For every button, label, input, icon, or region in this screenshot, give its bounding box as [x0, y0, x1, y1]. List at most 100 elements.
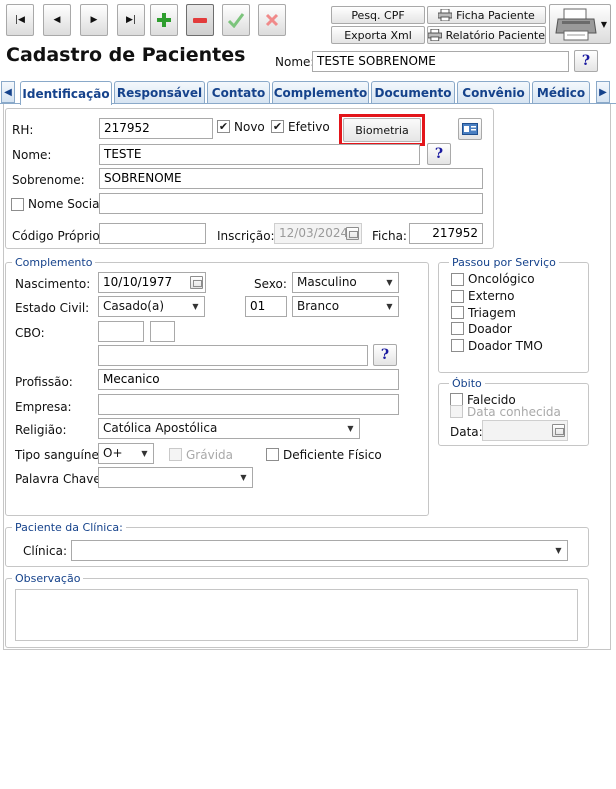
- nome-help-button[interactable]: ?: [427, 143, 451, 165]
- novo-label: Novo: [234, 120, 265, 134]
- palavra-chave-select[interactable]: ▼: [98, 467, 253, 488]
- next-record-button[interactable]: ▶: [80, 4, 108, 36]
- cbo-label: CBO:: [15, 326, 45, 340]
- cancel-button[interactable]: [258, 4, 286, 36]
- profissao-field[interactable]: Mecanico: [98, 369, 399, 390]
- palavra-chave-label: Palavra Chave:: [15, 472, 105, 486]
- relatorio-paciente-label: Relatório Paciente: [445, 28, 545, 42]
- clinica-select[interactable]: ▼: [71, 540, 568, 561]
- plus-icon: [157, 13, 171, 27]
- delete-record-button[interactable]: [186, 4, 214, 36]
- oncologico-checkbox[interactable]: [451, 273, 464, 286]
- efetivo-label: Efetivo: [288, 120, 330, 134]
- nascimento-label: Nascimento:: [15, 277, 91, 291]
- last-icon: ▶|: [126, 15, 136, 25]
- externo-checkbox[interactable]: [451, 290, 464, 303]
- efetivo-checkbox[interactable]: ✔: [271, 120, 284, 133]
- estado-civil-select[interactable]: Casado(a) ▼: [98, 296, 205, 317]
- novo-checkbox[interactable]: ✔: [217, 120, 230, 133]
- nascimento-field[interactable]: 10/10/1977: [98, 272, 206, 293]
- nascimento-value: 10/10/1977: [103, 275, 173, 289]
- chevron-down-icon: ▼: [555, 546, 562, 555]
- rh-field[interactable]: 217952: [99, 118, 213, 139]
- relatorio-paciente-button[interactable]: Relatório Paciente: [427, 26, 546, 44]
- nome-social-field[interactable]: [99, 193, 483, 214]
- tab-medico[interactable]: Médico: [532, 81, 590, 103]
- cbo-code-field[interactable]: [98, 321, 144, 342]
- prev-record-button[interactable]: ◀: [43, 4, 71, 36]
- first-icon: |◀: [15, 15, 25, 25]
- tab-complemento[interactable]: Complemento: [272, 81, 369, 103]
- ficha-paciente-label: Ficha Paciente: [456, 8, 535, 22]
- tab-documento[interactable]: Documento: [371, 81, 455, 103]
- observacao-legend: Observação: [12, 572, 84, 585]
- obito-data-label: Data:: [450, 425, 483, 439]
- tab-convenio[interactable]: Convênio: [457, 81, 530, 103]
- prev-icon: ◀: [53, 15, 61, 25]
- estado-civil-value: Casado(a): [103, 299, 165, 313]
- tab-identificacao[interactable]: Identificação: [20, 81, 112, 105]
- deficiente-fisico-label: Deficiente Físico: [283, 448, 382, 462]
- tab-label: Complemento: [273, 85, 368, 100]
- nome-social-label: Nome Social:: [28, 197, 107, 211]
- printer-icon: [438, 9, 453, 21]
- nome-social-checkbox[interactable]: [11, 198, 24, 211]
- pesq-cpf-label: Pesq. CPF: [351, 8, 405, 22]
- last-record-button[interactable]: ▶|: [117, 4, 145, 36]
- tab-responsavel[interactable]: Responsável: [114, 81, 205, 103]
- observacao-textarea[interactable]: [15, 589, 578, 641]
- deficiente-fisico-checkbox[interactable]: [266, 448, 279, 461]
- ficha-field[interactable]: 217952: [409, 223, 483, 244]
- tipo-sanguineo-select[interactable]: O+ ▼: [98, 443, 154, 464]
- empresa-field[interactable]: [98, 394, 399, 415]
- religiao-select[interactable]: Católica Apostólica ▼: [98, 418, 360, 439]
- inscricao-label: Inscrição:: [217, 229, 275, 243]
- chevron-down-icon: ▼: [141, 449, 148, 458]
- tab-scroll-left-icon[interactable]: ◀: [1, 81, 15, 103]
- sobrenome-label: Sobrenome:: [12, 173, 85, 187]
- tab-scroll-right-icon[interactable]: ▶: [596, 81, 610, 103]
- exporta-xml-button[interactable]: Exporta Xml: [331, 26, 425, 44]
- sexo-select[interactable]: Masculino ▼: [292, 272, 399, 293]
- ficha-paciente-button[interactable]: Ficha Paciente: [427, 6, 546, 24]
- cancel-x-icon: [265, 13, 279, 27]
- checkmark-icon: [227, 13, 245, 28]
- add-record-button[interactable]: [150, 4, 178, 36]
- doador-label: Doador: [468, 322, 512, 336]
- cbo-description-field[interactable]: [98, 345, 368, 366]
- sobrenome-field[interactable]: SOBRENOME: [99, 168, 483, 189]
- header-nome-field[interactable]: TESTE SOBRENOME: [312, 51, 569, 72]
- confirm-button[interactable]: [222, 4, 250, 36]
- gravida-checkbox: [169, 448, 182, 461]
- doador-tmo-checkbox[interactable]: [451, 339, 464, 352]
- calendar-icon: [346, 227, 359, 240]
- chevron-down-icon: ▼: [192, 302, 199, 311]
- cbo-help-button[interactable]: ?: [373, 344, 397, 366]
- chevron-down-icon: ▼: [386, 278, 393, 287]
- sexo-label: Sexo:: [254, 277, 287, 291]
- header-nome-label: Nome:: [275, 55, 315, 69]
- big-printer-icon: [555, 8, 597, 41]
- first-record-button[interactable]: |◀: [6, 4, 34, 36]
- doador-checkbox[interactable]: [451, 322, 464, 335]
- raca-value: Branco: [297, 299, 340, 313]
- pesq-cpf-button[interactable]: Pesq. CPF: [331, 6, 425, 24]
- minus-icon: [193, 18, 207, 23]
- tab-contato[interactable]: Contato: [207, 81, 270, 103]
- id-card-button[interactable]: [458, 118, 482, 140]
- triagem-checkbox[interactable]: [451, 306, 464, 319]
- religiao-label: Religião:: [15, 423, 67, 437]
- data-conhecida-label: Data conhecida: [467, 405, 561, 419]
- print-menu-button[interactable]: ▼: [549, 4, 611, 44]
- header-help-button[interactable]: ?: [574, 50, 598, 72]
- chevron-down-icon: ▼: [240, 473, 247, 482]
- gravida-label: Grávida: [186, 448, 233, 462]
- cbo-digit-field[interactable]: [150, 321, 175, 342]
- calendar-icon[interactable]: [190, 276, 203, 289]
- raca-code-field[interactable]: 01: [245, 296, 287, 317]
- tab-label: Convênio: [462, 85, 525, 100]
- printer-icon: [428, 29, 442, 41]
- raca-select[interactable]: Branco ▼: [292, 296, 399, 317]
- codigo-proprio-field[interactable]: [99, 223, 206, 244]
- nome-field[interactable]: TESTE: [99, 144, 420, 165]
